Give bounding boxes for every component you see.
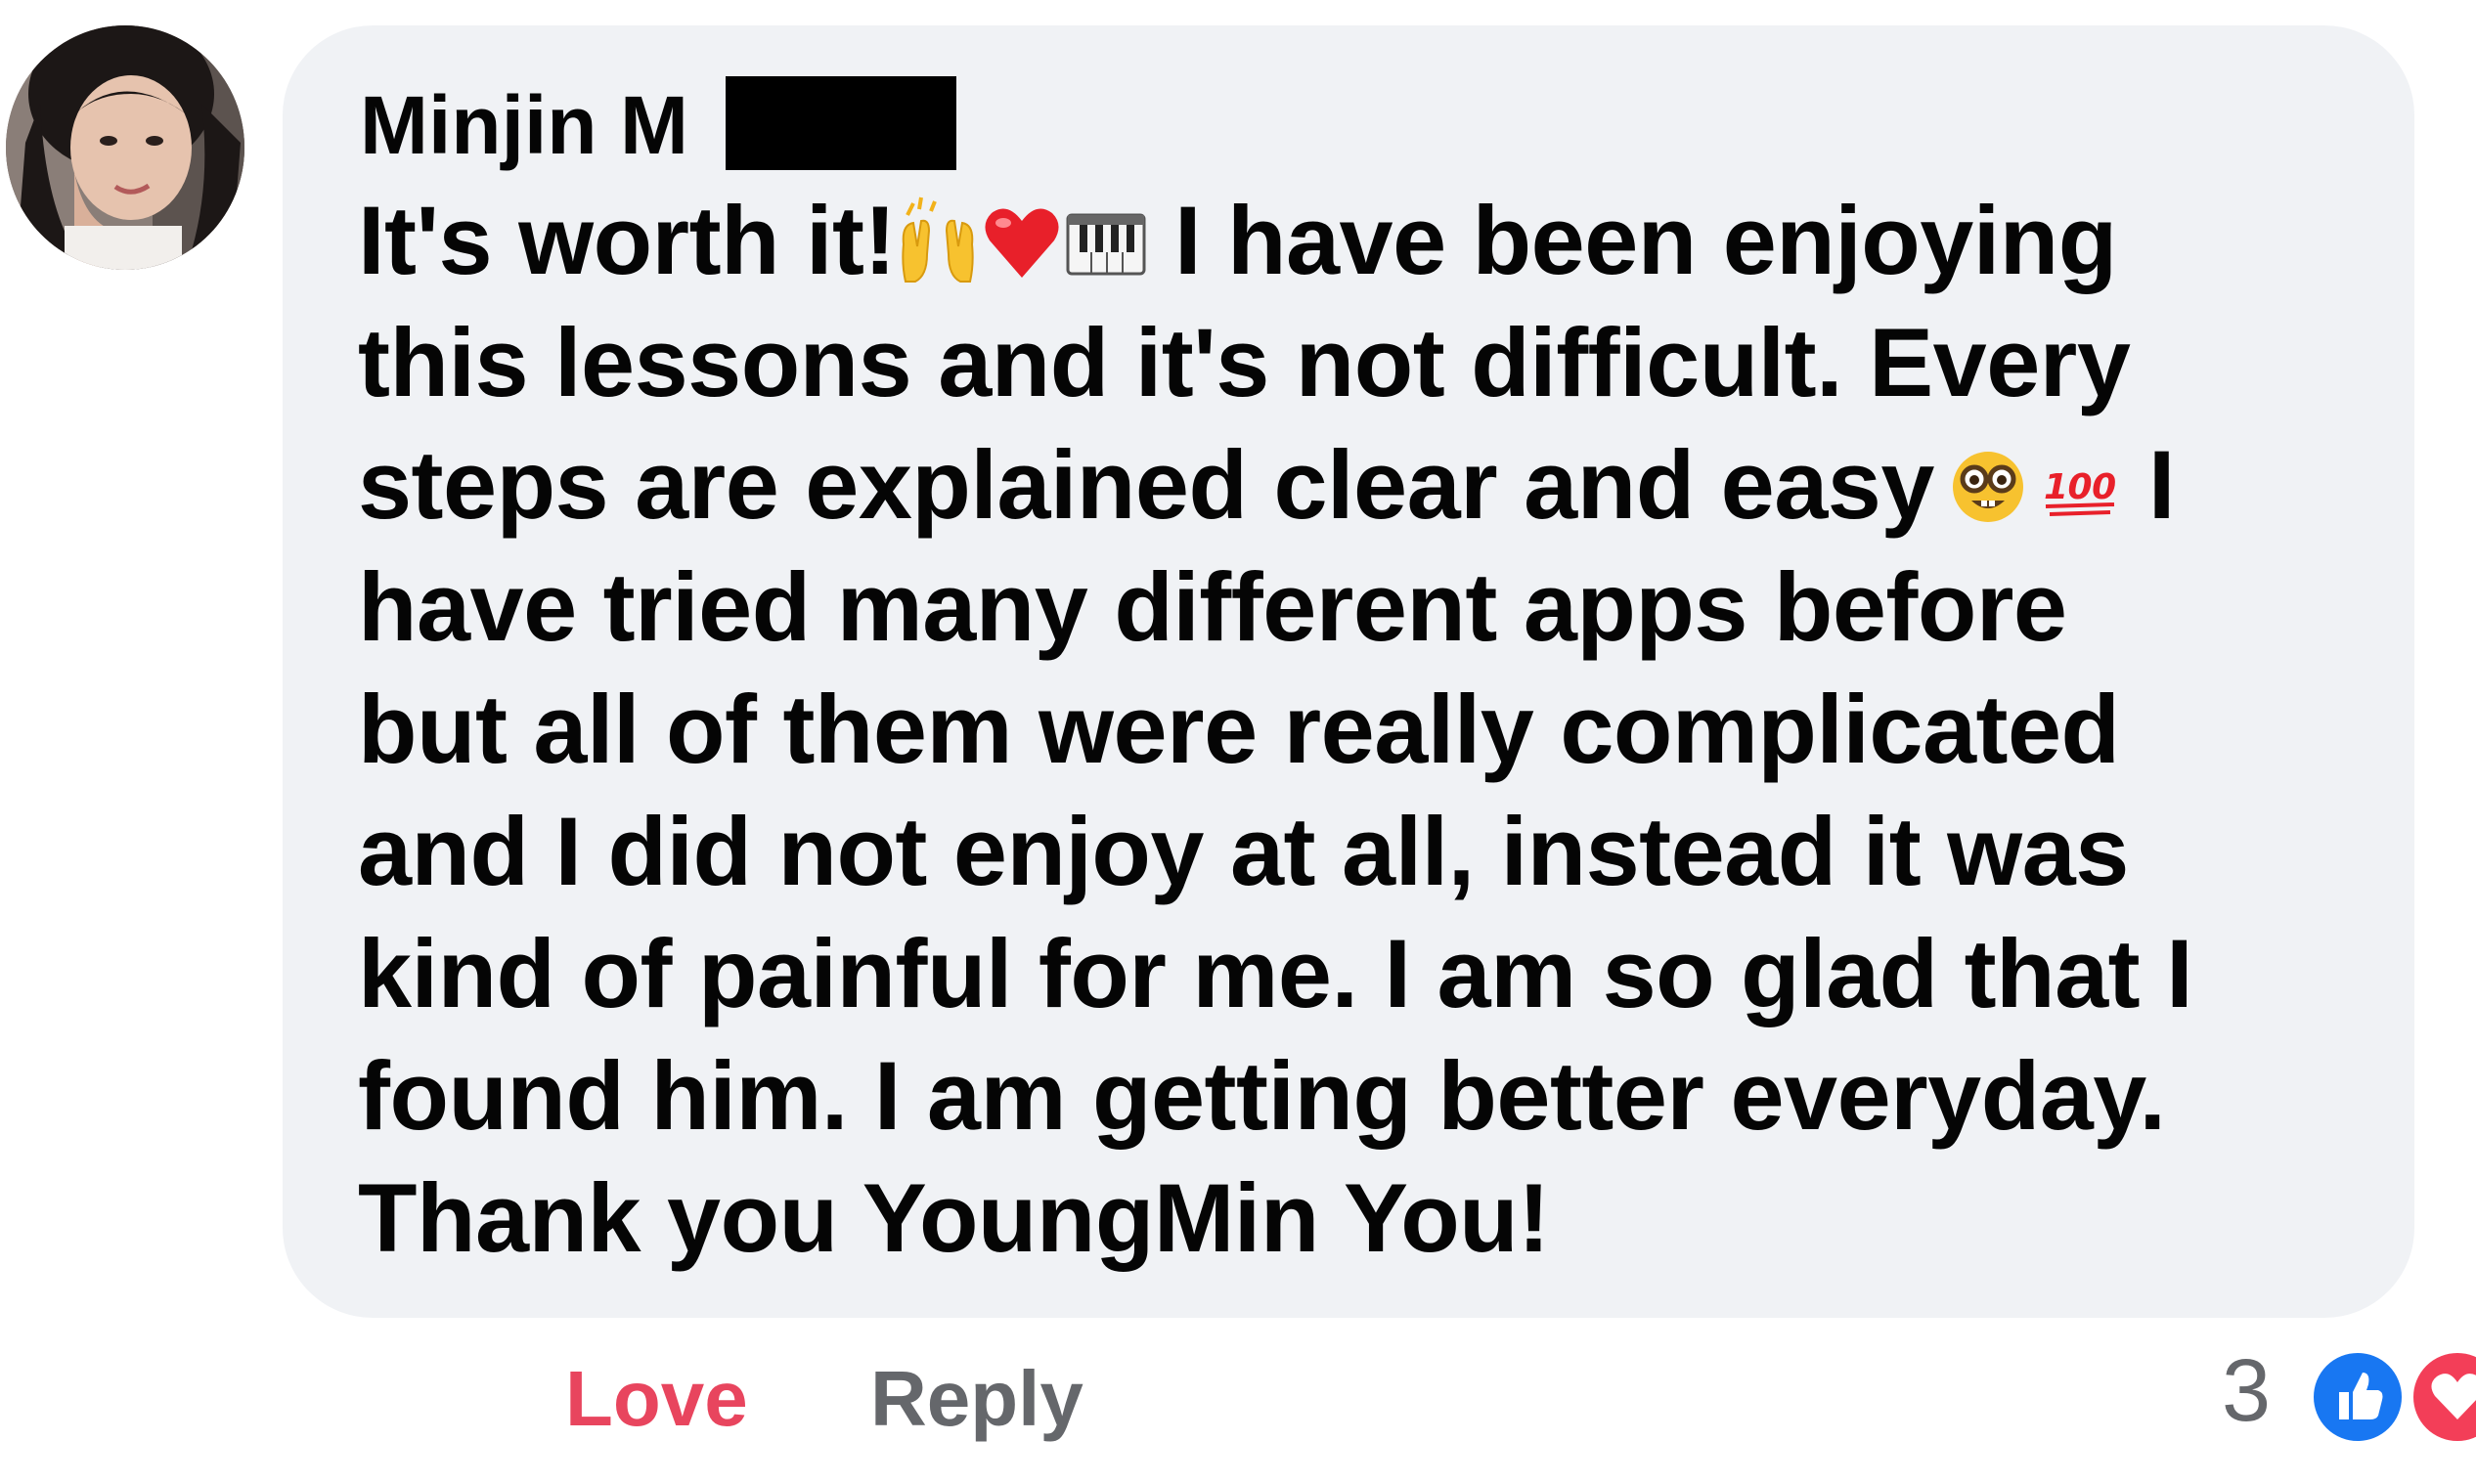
comment-line: kind of painful for me. I am so glad tha…	[358, 919, 2193, 1027]
comment-line: this lessons and it's not difficult. Eve…	[358, 308, 2131, 416]
reaction-count[interactable]: 3	[2222, 1337, 2271, 1445]
avatar[interactable]	[6, 25, 244, 270]
comment-text-segment: It's worth it!	[358, 186, 896, 294]
comment-line: but all of them were really complicated	[358, 675, 2120, 783]
comment-text-segment: steps are explained clear and easy	[358, 430, 1934, 539]
name-redaction-bar	[726, 76, 956, 170]
reply-link[interactable]: Reply	[870, 1345, 1083, 1453]
comment-line: Thank you YoungMin You!	[358, 1163, 1550, 1272]
comment-line: and I did not enjoy at all, instead it w…	[358, 797, 2129, 905]
raising-hands-icon	[898, 196, 978, 285]
comment-container: Minjin M It's worth it! I have been enjo…	[0, 0, 2476, 1484]
love-icon[interactable]	[2408, 1347, 2476, 1447]
comment-line: steps are explained clear and easy 100 I	[358, 423, 2363, 546]
comment-line: have tried many different apps before	[358, 552, 2067, 661]
svg-text:100: 100	[2044, 467, 2116, 507]
comment-body: It's worth it! I have been enjoying this…	[358, 179, 2363, 1279]
comment-author-name[interactable]: Minjin M	[360, 76, 688, 174]
like-icon[interactable]	[2308, 1347, 2408, 1447]
avatar-photo-icon	[6, 25, 244, 270]
piano-keys-icon	[1066, 196, 1146, 285]
nerd-face-icon	[1948, 440, 2028, 530]
comment-text-segment: I	[2121, 430, 2176, 539]
red-heart-icon	[982, 196, 1062, 285]
comment-line: It's worth it! I have been enjoying	[358, 179, 2363, 301]
love-reaction-link[interactable]: Love	[565, 1345, 748, 1453]
comment-text-segment: I have been enjoying	[1147, 186, 2117, 294]
hundred-points-icon: 100	[2040, 440, 2120, 530]
comment-line: found him. I am getting better everyday.	[358, 1041, 2166, 1150]
